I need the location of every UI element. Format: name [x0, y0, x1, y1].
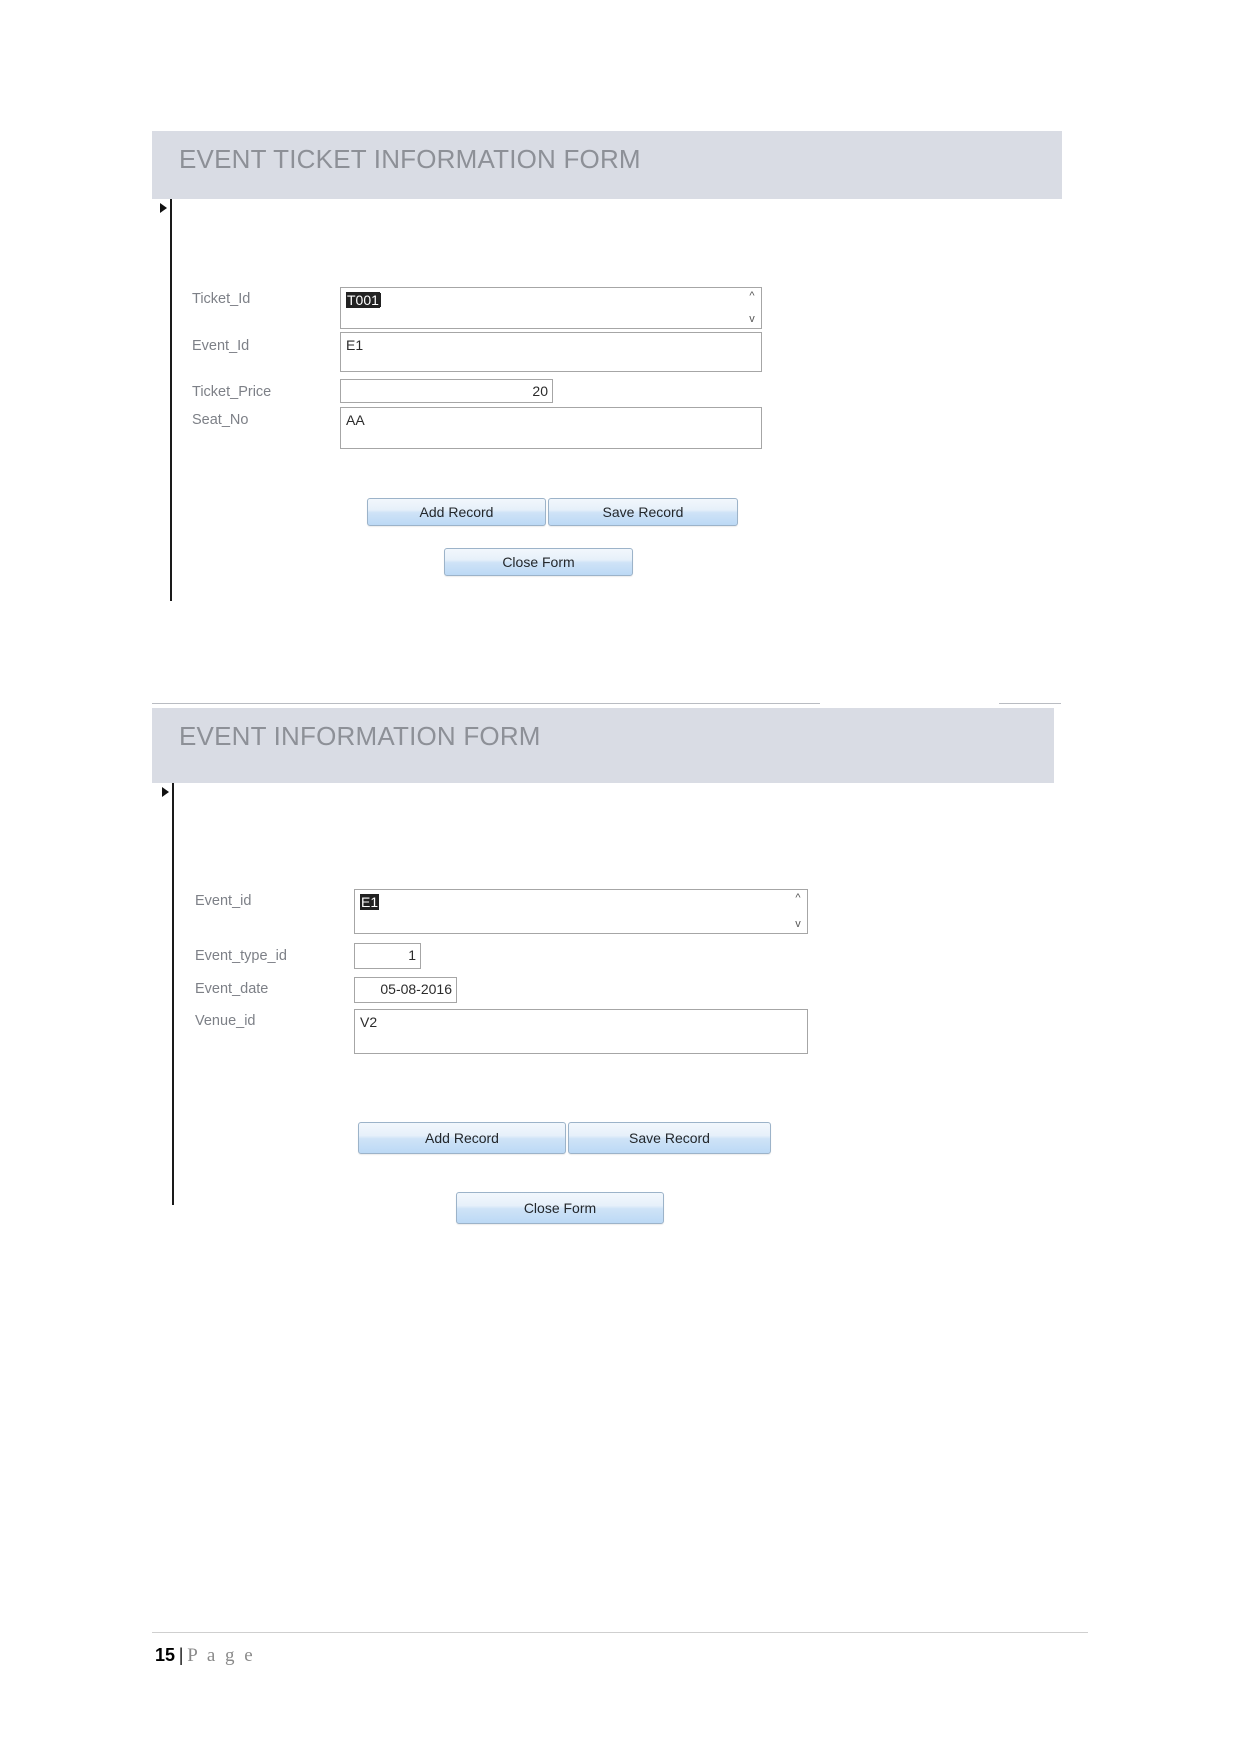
field-label-venue-id: Venue_id — [195, 1013, 256, 1029]
field-label-ticket-price: Ticket_Price — [192, 384, 272, 400]
field-input-event-type-id[interactable]: 1 — [354, 943, 421, 969]
footer-page-number: 15 — [155, 1645, 176, 1665]
chevron-up-icon[interactable]: ^ — [746, 291, 758, 302]
field-label-event-id: Event_Id — [192, 338, 250, 354]
field-value-event-id-2: E1 — [360, 894, 380, 910]
field-label-event-date: Event_date — [195, 981, 269, 997]
form-header-ticket: EVENT TICKET INFORMATION FORM — [152, 131, 1062, 199]
close-form-button-event[interactable]: Close Form — [456, 1192, 664, 1224]
decorative-rule-right — [999, 703, 1061, 704]
field-value-ticket-price: 20 — [532, 383, 548, 399]
record-selector-triangle-icon[interactable] — [160, 203, 167, 213]
field-input-seat-no[interactable]: AA — [340, 407, 762, 449]
event-ticket-information-form: EVENT TICKET INFORMATION FORM Ticket_Id … — [152, 131, 1062, 601]
form-body-event: Event_id E1 ^ v Event_type_id 1 Event_da… — [152, 783, 1054, 1224]
field-input-ticket-price[interactable]: 20 — [340, 379, 553, 403]
field-value-venue-id: V2 — [360, 1014, 378, 1030]
field-input-event-date[interactable]: 05-08-2016 — [354, 977, 457, 1003]
add-record-button-event[interactable]: Add Record — [358, 1122, 566, 1154]
field-input-event-id[interactable]: E1 — [340, 332, 762, 372]
event-information-form: EVENT INFORMATION FORM Event_id E1 ^ v E… — [152, 708, 1054, 1224]
document-page: EVENT TICKET INFORMATION FORM Ticket_Id … — [0, 0, 1241, 1754]
close-form-button-ticket[interactable]: Close Form — [444, 548, 633, 576]
field-input-venue-id[interactable]: V2 — [354, 1009, 808, 1054]
save-record-button-ticket[interactable]: Save Record — [548, 498, 738, 526]
decorative-rule-left — [152, 703, 820, 704]
form-body-ticket: Ticket_Id T001 ^ v Event_Id E1 Ticket_Pr… — [152, 199, 1062, 601]
chevron-down-icon[interactable]: v — [746, 314, 758, 325]
chevron-up-icon[interactable]: ^ — [792, 893, 804, 904]
footer-page-word: P a g e — [187, 1645, 256, 1666]
footer-page-indicator: 15 | P a g e — [155, 1645, 255, 1667]
field-input-ticket-id[interactable]: T001 ^ v — [340, 287, 762, 329]
field-label-event-type-id: Event_type_id — [195, 948, 287, 964]
field-value-ticket-id: T001 — [346, 292, 380, 308]
record-selector-bar[interactable] — [170, 199, 172, 601]
field-value-event-date: 05-08-2016 — [380, 981, 452, 997]
record-selector-bar[interactable] — [172, 783, 174, 1205]
field-label-event-id-2: Event_id — [195, 893, 252, 909]
add-record-button-ticket[interactable]: Add Record — [367, 498, 546, 526]
field-label-seat-no: Seat_No — [192, 412, 249, 428]
form-header-event: EVENT INFORMATION FORM — [152, 708, 1054, 783]
field-value-event-id: E1 — [346, 337, 364, 353]
chevron-down-icon[interactable]: v — [792, 919, 804, 930]
footer-separator: | — [179, 1645, 184, 1666]
record-selector-triangle-icon[interactable] — [162, 787, 169, 797]
field-label-ticket-id: Ticket_Id — [192, 291, 251, 307]
form-title-ticket: EVENT TICKET INFORMATION FORM — [179, 144, 641, 174]
save-record-button-event[interactable]: Save Record — [568, 1122, 771, 1154]
text-caret — [379, 293, 381, 307]
form-title-event: EVENT INFORMATION FORM — [179, 721, 541, 751]
field-input-event-id-2[interactable]: E1 ^ v — [354, 889, 808, 934]
field-value-event-type-id: 1 — [408, 947, 416, 963]
field-value-seat-no: AA — [346, 412, 365, 428]
footer-divider — [152, 1632, 1088, 1633]
